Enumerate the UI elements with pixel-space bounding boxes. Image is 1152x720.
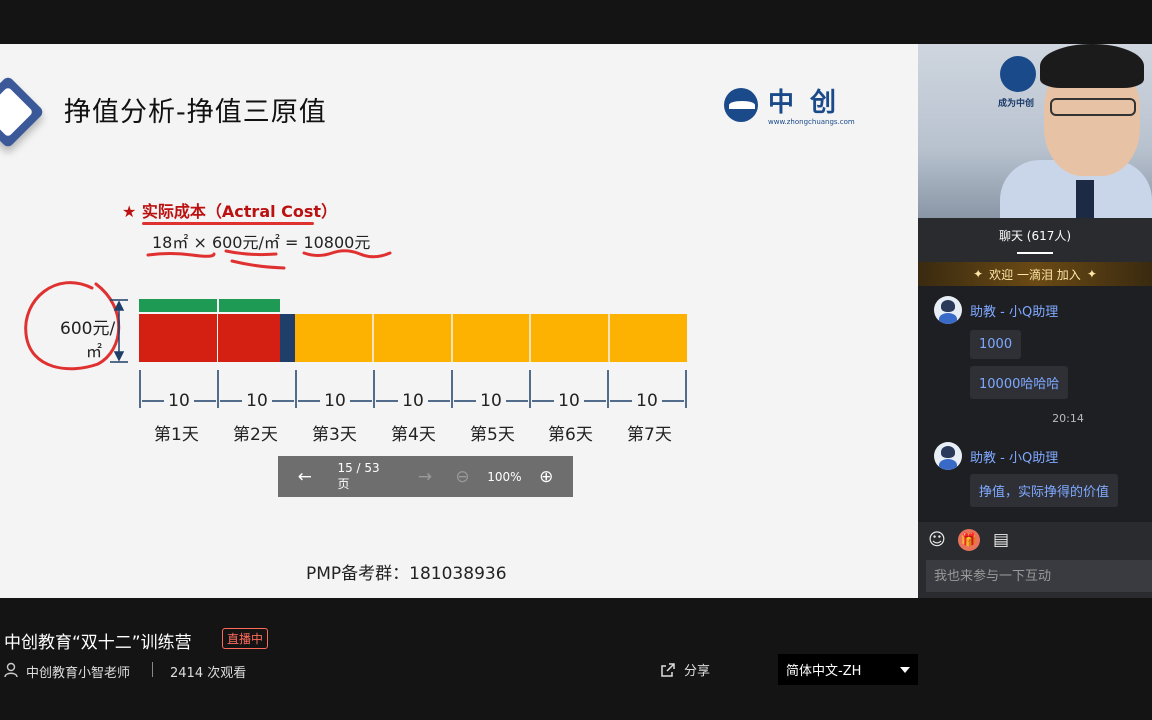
arrow-left-icon[interactable]: ← bbox=[292, 464, 317, 490]
day-label: 第4天 bbox=[391, 425, 436, 445]
chat-input-container bbox=[918, 558, 1152, 598]
day-label: 第2天 bbox=[233, 425, 278, 445]
span-label: 10 bbox=[246, 391, 268, 411]
language-value: 简体中文-ZH bbox=[786, 664, 862, 679]
cost-bar-diagram bbox=[110, 299, 687, 408]
zoom-level: 100% bbox=[487, 469, 522, 484]
message-author: 助教 - 小Q助理 bbox=[970, 450, 1059, 466]
active-tab-indicator bbox=[1017, 251, 1053, 254]
zoom-out-icon[interactable]: ⊖ bbox=[450, 464, 475, 490]
chevron-down-icon bbox=[900, 666, 910, 673]
video-player-page: 挣值分析-挣值三原值 中创 www.zhongchuangs.com ★ 实际成… bbox=[0, 0, 1152, 720]
cost-bar-red-2 bbox=[218, 314, 280, 362]
welcome-text: 欢迎 一滴泪 加入 bbox=[989, 267, 1081, 282]
sparkle-icon: ✦ bbox=[1086, 267, 1097, 281]
divider bbox=[152, 662, 153, 677]
presenter-glasses bbox=[1050, 98, 1136, 116]
share-label: 分享 bbox=[684, 664, 711, 679]
span-label: 10 bbox=[480, 391, 502, 411]
span-label: 10 bbox=[168, 391, 190, 411]
language-select[interactable]: 简体中文-ZH bbox=[778, 654, 918, 685]
chat-toolbar: ☺ 🎁 ▤ bbox=[918, 522, 1152, 558]
zoom-in-icon[interactable]: ⊕ bbox=[534, 464, 559, 490]
arrow-right-icon[interactable]: → bbox=[412, 464, 437, 490]
day-label: 第5天 bbox=[470, 425, 515, 445]
welcome-banner: ✦ 欢迎 一滴泪 加入 ✦ bbox=[918, 262, 1152, 286]
share-icon bbox=[661, 662, 675, 677]
span-label: 10 bbox=[402, 391, 424, 411]
planned-bar-yellow bbox=[295, 314, 687, 362]
chat-bubble: 挣值，实际挣得的价值 bbox=[970, 474, 1119, 507]
presenter-tie bbox=[1076, 180, 1094, 218]
sparkle-icon: ✦ bbox=[973, 267, 984, 281]
progress-bar-green-1 bbox=[139, 299, 217, 312]
stream-title: 中创教育“双十二”训练营 bbox=[4, 633, 192, 653]
emoji-icon[interactable]: ☺ bbox=[926, 529, 948, 551]
cost-bar-red-1 bbox=[139, 314, 217, 362]
chat-input[interactable] bbox=[926, 560, 1152, 592]
progress-bar-green-2 bbox=[219, 299, 280, 312]
gift-icon[interactable]: 🎁 bbox=[958, 529, 980, 551]
presenter-hair bbox=[1040, 44, 1144, 88]
notes-icon[interactable]: ▤ bbox=[990, 529, 1012, 551]
live-badge: 直播中 bbox=[222, 628, 269, 649]
day-label: 第1天 bbox=[154, 425, 199, 445]
message-header: 助教 - 小Q助理 bbox=[934, 296, 1058, 324]
span-label: 10 bbox=[636, 391, 658, 411]
page-indicator: 15 / 53 页 bbox=[337, 461, 380, 491]
day-label: 第7天 bbox=[627, 425, 672, 445]
day-label: 第3天 bbox=[312, 425, 357, 445]
chat-bubble: 1000 bbox=[970, 330, 1022, 359]
share-button[interactable]: 分享 bbox=[660, 660, 710, 679]
pmp-group-text: PMP备考群：181038936 bbox=[306, 564, 507, 584]
stream-info-bar bbox=[0, 598, 1152, 708]
host-name[interactable]: 中创教育小智老师 bbox=[26, 662, 130, 681]
message-author: 助教 - 小Q助理 bbox=[970, 304, 1059, 320]
cam-logo-text: 成为中创 bbox=[998, 99, 1035, 109]
avatar bbox=[934, 296, 962, 324]
slide-toolbar: ← 15 / 53 页 → ⊖ 100% ⊕ bbox=[278, 456, 573, 497]
view-count: 2414 次观看 bbox=[170, 666, 247, 681]
chat-bubble: 10000哈哈哈 bbox=[970, 366, 1069, 399]
cam-logo-icon bbox=[1000, 56, 1036, 92]
avatar bbox=[934, 442, 962, 470]
message-timestamp: 20:14 bbox=[1052, 412, 1084, 425]
user-icon bbox=[4, 662, 18, 678]
chat-tab-label: 聊天 (617人) bbox=[998, 228, 1072, 243]
presentation-slide: 挣值分析-挣值三原值 中创 www.zhongchuangs.com ★ 实际成… bbox=[0, 44, 918, 598]
day-label: 第6天 bbox=[548, 425, 593, 445]
tab-chat[interactable]: 聊天 (617人) bbox=[918, 218, 1152, 262]
span-label: 10 bbox=[324, 391, 346, 411]
span-label: 10 bbox=[558, 391, 580, 411]
cost-bar-navy bbox=[280, 314, 295, 362]
message-header: 助教 - 小Q助理 bbox=[934, 442, 1058, 470]
